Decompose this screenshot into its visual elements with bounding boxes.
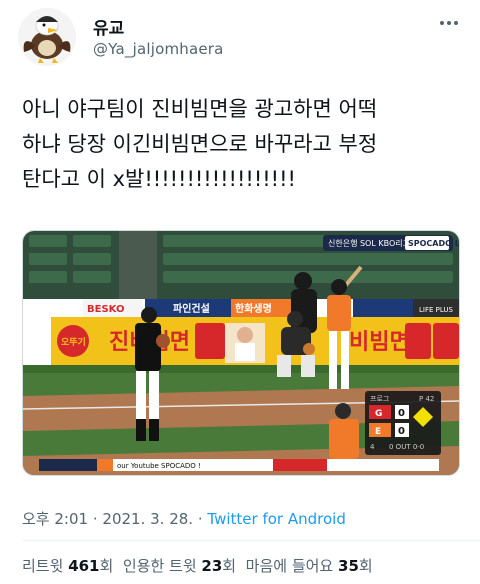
svg-text:한화생명: 한화생명 [235,302,272,315]
baseball-broadcast-image: 신한은행 SOL KBO리그 SPOCADO LIVE BESKO 파인건설 한… [23,231,460,475]
meta-separator: · [197,510,203,528]
meta-separator: · [92,510,98,528]
tweet-date[interactable]: 2021. 3. 28. [102,510,193,528]
svg-text:P 42: P 42 [419,395,434,403]
likes-stat[interactable]: 마음에 들어요 35회 [246,557,373,575]
svg-text:E: E [375,427,381,437]
svg-text:파인건설: 파인건설 [173,302,210,315]
avatar[interactable] [18,8,76,66]
svg-text:BESKO: BESKO [87,304,124,315]
quotes-count: 23 [201,557,223,575]
svg-text:오뚜기: 오뚜기 [61,336,86,348]
tweet-text: 아니 야구팀이 진비빔면을 광고하면 어떡 하냐 당장 이긴비빔면으로 바꾸라고… [22,92,462,197]
scoreboard-overlay: 프로그 P 42 G 0 E 0 4 0 OUT 0-0 [365,391,441,455]
display-name[interactable]: 유교 [93,14,124,39]
tweet-time[interactable]: 오후 2:01 [22,510,88,528]
eagle-mascot-icon [18,8,76,66]
user-handle[interactable]: @Ya_jaljomhaera [93,40,224,58]
tweet-line: 탄다고 이 x발!!!!!!!!!!!!!!!!!! [22,167,296,191]
tweet-stats: 리트윗 461회 인용한 트윗 23회 마음에 들어요 35회 [22,555,373,576]
tweet-source-link[interactable]: Twitter for Android [207,510,345,528]
svg-text:0: 0 [398,426,405,437]
svg-text:프로그: 프로그 [370,395,390,403]
more-options-icon[interactable] [436,14,462,32]
retweets-stat[interactable]: 리트윗 461회 [22,557,113,575]
tweet-line: 하냐 당장 이긴비빔면으로 바꾸라고 부정 [22,132,378,156]
dot [440,21,444,25]
tweet-header: 유교 @Ya_jaljomhaera [18,8,462,66]
ticker-text: our Youtube SPOCADO ! [117,462,201,470]
svg-text:G: G [375,409,382,419]
svg-text:0: 0 [398,408,405,419]
spocado-logo: SPOCADO LIVE [408,239,460,248]
svg-text:비빔면: 비빔면 [349,330,410,355]
dot [447,21,451,25]
tweet-media-image[interactable]: 신한은행 SOL KBO리그 SPOCADO LIVE BESKO 파인건설 한… [22,230,460,476]
dot [454,21,458,25]
retweets-count: 461 [68,557,100,575]
divider [22,540,480,541]
tweet-line: 아니 야구팀이 진비빔면을 광고하면 어떡 [22,97,378,121]
likes-count: 35 [338,557,359,575]
svg-text:4: 4 [370,443,375,451]
svg-text:0 OUT 0-0: 0 OUT 0-0 [389,443,424,451]
svg-text:LIFE PLUS: LIFE PLUS [419,306,454,314]
tweet-meta: 오후 2:01 · 2021. 3. 28. · Twitter for And… [22,508,346,529]
quotes-stat[interactable]: 인용한 트윗 23회 [123,557,236,575]
svg-text:신한은행 SOL KBO리그: 신한은행 SOL KBO리그 [328,238,410,248]
